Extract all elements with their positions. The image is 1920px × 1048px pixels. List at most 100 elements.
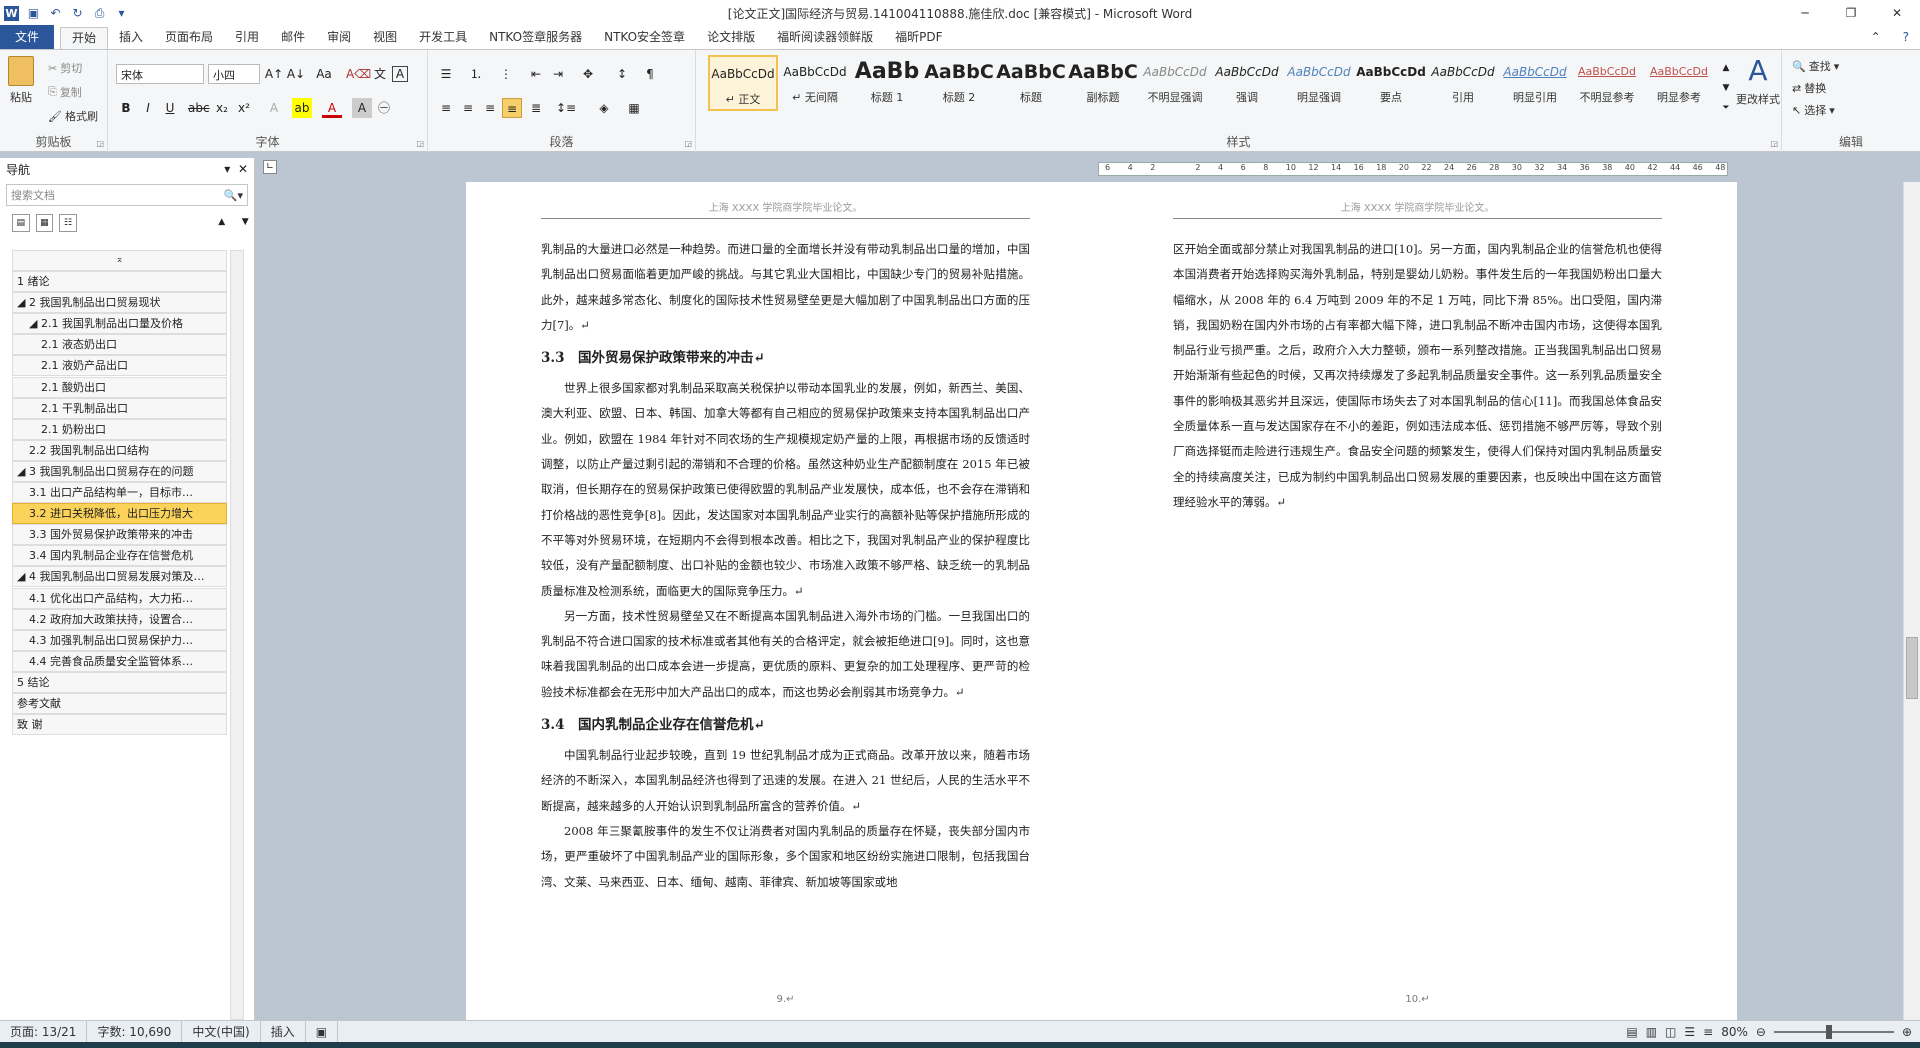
paste-button[interactable]: 粘贴	[8, 56, 34, 105]
align-center-icon[interactable]: ≡	[458, 98, 478, 118]
paragraph[interactable]: 区开始全面或部分禁止对我国乳制品的进口[10]。另一方面，国内乳制品企业的信誉危…	[1173, 237, 1662, 515]
paragraph[interactable]: 乳制品的大量进口必然是一种趋势。而进口量的全面增长并没有带动乳制品出口量的增加，…	[541, 237, 1030, 338]
line-spacing-icon[interactable]: ↕≡	[556, 98, 576, 118]
tab-review[interactable]: 审阅	[316, 27, 362, 49]
change-styles-button[interactable]: A 更改样式	[1732, 54, 1784, 107]
font-color-icon[interactable]: A	[322, 98, 342, 118]
nav-search-input[interactable]: 搜索文档 🔍▾	[6, 184, 248, 206]
nav-next-icon[interactable]: ▼	[236, 214, 254, 232]
nav-heading-item[interactable]: 2.2 我国乳制品出口结构	[12, 439, 227, 461]
nav-heading-item[interactable]: 2.1 奶粉出口	[12, 418, 227, 440]
zoom-slider-thumb[interactable]	[1825, 1025, 1832, 1039]
style-intense-emphasis[interactable]: AaBbCcDd 明显强调	[1284, 55, 1354, 111]
nav-heading-item[interactable]: 2.1 干乳制品出口	[12, 397, 227, 419]
style-emphasis[interactable]: AaBbCcDd 强调	[1212, 55, 1282, 111]
zoom-slider[interactable]	[1773, 1025, 1894, 1039]
show-marks-icon[interactable]: ¶	[640, 64, 660, 84]
zoom-in-icon[interactable]: ⊕	[1902, 1025, 1912, 1039]
tab-thesis-format[interactable]: 论文排版	[696, 27, 766, 49]
select-button[interactable]: ↖ 选择 ▾	[1792, 102, 1835, 118]
style-heading-1[interactable]: AaBb 标题 1	[852, 55, 922, 111]
sort-icon[interactable]: ↕	[612, 64, 632, 84]
tab-foxit-pdf[interactable]: 福昕PDF	[884, 27, 953, 49]
highlight-icon[interactable]: ab	[292, 98, 312, 118]
paragraph[interactable]: 世界上很多国家都对乳制品采取高关税保护以带动本国乳业的发展，例如，新西兰、美国、…	[541, 376, 1030, 604]
tab-references[interactable]: 引用	[224, 27, 270, 49]
text-effects-icon[interactable]: A	[264, 98, 284, 118]
save-icon[interactable]: ▣	[26, 6, 41, 21]
clear-formatting-icon[interactable]: A⌫	[346, 64, 371, 84]
nav-heading-item[interactable]: 参考文献	[12, 692, 227, 714]
nav-heading-item[interactable]: 致 谢	[12, 714, 227, 736]
align-right-icon[interactable]: ≡	[480, 98, 500, 118]
style-subtitle[interactable]: AaBbC 副标题	[1068, 55, 1138, 111]
vertical-scrollbar[interactable]	[1903, 182, 1920, 1020]
character-shading-icon[interactable]: A	[352, 98, 372, 118]
browse-results-icon[interactable]: ☷	[59, 214, 77, 232]
style-heading-2[interactable]: AaBbC 标题 2	[924, 55, 994, 111]
full-screen-view-icon[interactable]: ▥	[1646, 1025, 1657, 1039]
distributed-icon[interactable]: ≣	[526, 98, 546, 118]
copy-button[interactable]: ⎘ 复制	[48, 84, 82, 100]
borders-icon[interactable]: ▦	[624, 98, 644, 118]
paragraph[interactable]: 2008 年三聚氰胺事件的发生不仅让消费者对国内乳制品的质量存在怀疑，丧失部分国…	[541, 819, 1030, 895]
style-normal[interactable]: AaBbCcDd ↵ 正文	[708, 55, 778, 111]
nav-heading-item[interactable]: ◢ 4 我国乳制品出口贸易发展对策及…	[12, 566, 227, 588]
macro-record-icon[interactable]: ▣	[306, 1020, 339, 1043]
nav-options-icon[interactable]: ▾	[224, 162, 230, 176]
paragraph-dialog-launcher-icon[interactable]: ◲	[684, 139, 692, 148]
nav-scrollbar[interactable]	[230, 250, 244, 1020]
paragraph[interactable]: 中国乳制品行业起步较晚，直到 19 世纪乳制品才成为正式商品。改革开放以来，随着…	[541, 743, 1030, 819]
nav-heading-item[interactable]: 4.1 优化出口产品结构，大力拓…	[12, 587, 227, 609]
zoom-level[interactable]: 80%	[1721, 1025, 1748, 1039]
format-painter-button[interactable]: 🖌 格式刷	[48, 108, 98, 124]
tab-ntko-secure[interactable]: NTKO安全签章	[593, 27, 696, 49]
align-left-icon[interactable]: ≡	[436, 98, 456, 118]
nav-heading-item[interactable]: 4.2 政府加大政策扶持，设置合…	[12, 608, 227, 630]
nav-heading-item[interactable]: 5 结论	[12, 671, 227, 693]
dialog-launcher-icon[interactable]: ◲	[96, 139, 104, 148]
nav-heading-item[interactable]: 2.1 液奶产品出口	[12, 355, 227, 377]
nav-heading-item[interactable]: 4.4 完善食品质量安全监管体系…	[12, 650, 227, 672]
print-preview-icon[interactable]: ⎙	[92, 6, 107, 21]
help-icon[interactable]: ?	[1892, 27, 1920, 49]
close-icon[interactable]: ✕	[1874, 0, 1920, 26]
numbering-icon[interactable]: ⒈	[466, 64, 486, 84]
tab-mailings[interactable]: 邮件	[270, 27, 316, 49]
status-insert-mode[interactable]: 插入	[261, 1020, 306, 1043]
page-body[interactable]: 区开始全面或部分禁止对我国乳制品的进口[10]。另一方面，国内乳制品企业的信誉危…	[1173, 237, 1662, 515]
find-button[interactable]: 🔍 查找 ▾	[1792, 58, 1839, 74]
print-layout-view-icon[interactable]: ▤	[1626, 1025, 1637, 1039]
heading-3-4[interactable]: 3.4 国内乳制品企业存在信誉危机↵	[541, 713, 1030, 737]
search-icon[interactable]: 🔍▾	[224, 189, 243, 202]
increase-indent-icon[interactable]: ⇥	[548, 64, 568, 84]
tab-selector-icon[interactable]: ∟	[263, 160, 277, 174]
restore-icon[interactable]: ❐	[1828, 0, 1874, 26]
style-intense-quote[interactable]: AaBbCcDd 明显引用	[1500, 55, 1570, 111]
browse-headings-icon[interactable]: ▤	[12, 214, 30, 232]
character-border-icon[interactable]: A	[392, 66, 408, 82]
font-size-select[interactable]: 小四	[208, 64, 260, 84]
nav-heading-item[interactable]: ◢ 3 我国乳制品出口贸易存在的问题	[12, 460, 227, 482]
style-subtle-emphasis[interactable]: AaBbCcDd 不明显强调	[1140, 55, 1210, 111]
paragraph[interactable]: 另一方面，技术性贸易壁垒又在不断提高本国乳制品进入海外市场的门槛。一旦我国出口的…	[541, 604, 1030, 705]
status-words[interactable]: 字数: 10,690	[87, 1020, 183, 1043]
tab-ntko-server[interactable]: NTKO签章服务器	[478, 27, 593, 49]
nav-heading-item[interactable]: 2.1 液态奶出口	[12, 334, 227, 356]
scrollbar-thumb[interactable]	[1906, 637, 1918, 699]
style-no-spacing[interactable]: AaBbCcDd ↵ 无间隔	[780, 55, 850, 111]
nav-collapse-all-icon[interactable]: ⌅	[12, 250, 227, 271]
font-dialog-launcher-icon[interactable]: ◲	[416, 139, 424, 148]
bold-icon[interactable]: B	[116, 98, 136, 118]
nav-heading-item[interactable]: 3.2 进口关税降低，出口压力增大	[12, 503, 227, 525]
customize-qat-icon[interactable]: ▾	[114, 6, 129, 21]
pinyin-guide-icon[interactable]: 文	[370, 64, 390, 84]
font-name-select[interactable]: 宋体	[116, 64, 204, 84]
nav-close-icon[interactable]: ✕	[238, 162, 248, 176]
ribbon-collapse-icon[interactable]: ⌃	[1860, 27, 1892, 49]
tab-file[interactable]: 文件	[0, 25, 54, 49]
change-case-icon[interactable]: Aa	[314, 64, 334, 84]
tab-insert[interactable]: 插入	[108, 27, 154, 49]
tab-foxit-reader[interactable]: 福昕阅读器领鲜版	[766, 27, 884, 49]
superscript-icon[interactable]: x²	[234, 98, 254, 118]
